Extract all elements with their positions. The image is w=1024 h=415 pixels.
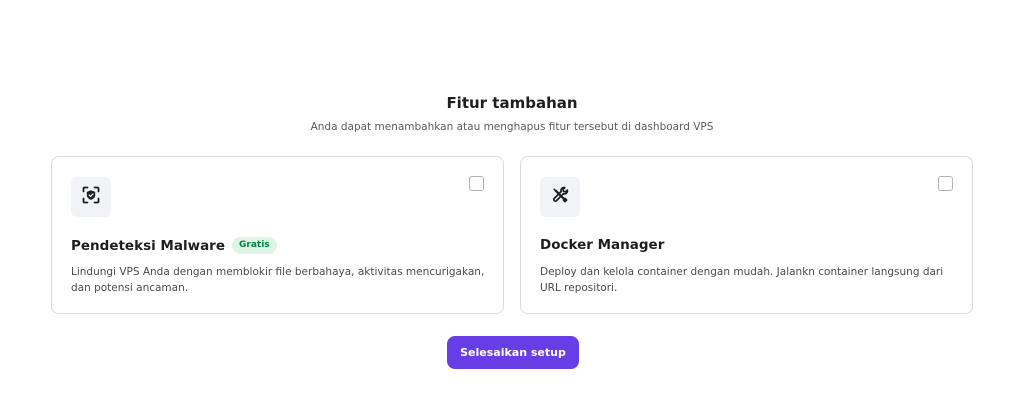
- finish-setup-button[interactable]: Selesaikan setup: [447, 336, 579, 369]
- feature-icon-box: [540, 177, 580, 217]
- page-subtitle: Anda dapat menambahkan atau menghapus fi…: [310, 121, 714, 133]
- free-badge: Gratis: [232, 237, 277, 254]
- page-title: Fitur tambahan: [446, 94, 578, 112]
- feature-card-malware[interactable]: Pendeteksi Malware Gratis Lindungi VPS A…: [51, 156, 504, 314]
- feature-selection-page: Fitur tambahan Anda dapat menambahkan at…: [0, 0, 1024, 415]
- feature-icon-box: [71, 177, 111, 217]
- feature-heading: Pendeteksi Malware Gratis: [71, 237, 277, 254]
- feature-heading: Docker Manager: [540, 237, 664, 253]
- feature-description: Deploy dan kelola container dengan mudah…: [540, 266, 944, 294]
- feature-title: Docker Manager: [540, 237, 665, 253]
- feature-checkbox-docker[interactable]: [938, 176, 953, 191]
- tools-icon: [550, 185, 570, 209]
- feature-checkbox-malware[interactable]: [469, 176, 484, 191]
- feature-title: Pendeteksi Malware: [71, 237, 225, 254]
- feature-description: Lindungi VPS Anda dengan memblokir file …: [71, 266, 485, 294]
- shield-scan-icon: [81, 185, 101, 209]
- feature-card-docker[interactable]: Docker Manager Deploy dan kelola contain…: [520, 156, 973, 314]
